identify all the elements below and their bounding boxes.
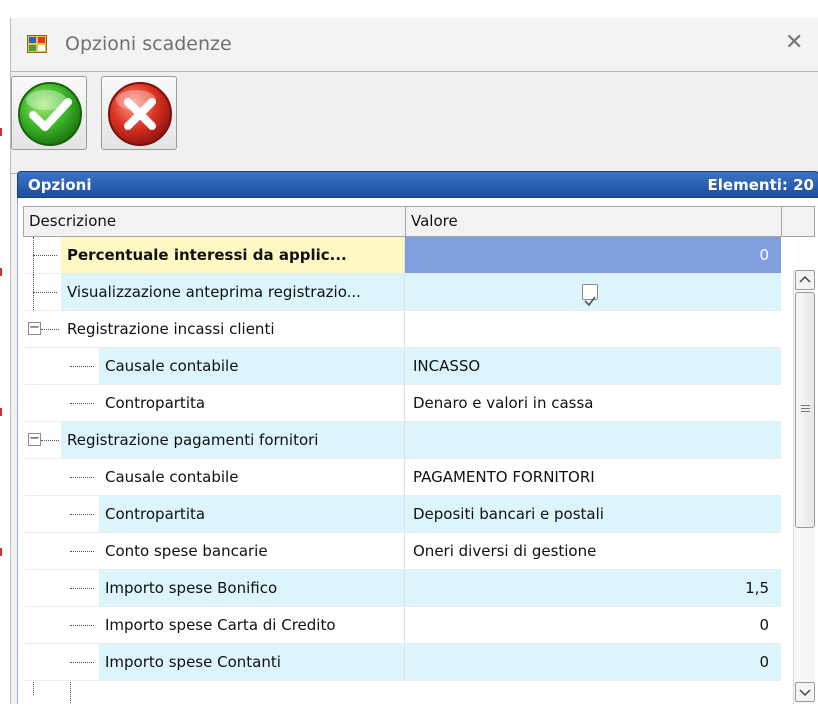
column-header-valore[interactable]: Valore: [406, 207, 782, 236]
row-label: Causale contabile: [99, 348, 405, 384]
options-tree-grid[interactable]: Descrizione Valore Percentuale interessi…: [17, 198, 818, 704]
vertical-scrollbar[interactable]: [793, 270, 815, 704]
collapse-toggle[interactable]: −: [28, 321, 41, 335]
table-row[interactable]: Percentuale interessi da applic... 0: [23, 237, 781, 274]
options-dialog: Opzioni scadenze ✕ Opzioni Elementi: 20 …: [10, 18, 818, 704]
tree-connector: [23, 348, 99, 384]
row-value[interactable]: [405, 274, 781, 310]
close-button[interactable]: ✕: [785, 28, 803, 58]
panel-title: Opzioni: [28, 176, 92, 194]
table-row[interactable]: Causale contabile PAGAMENTO FORNITORI: [23, 459, 781, 496]
scroll-thumb[interactable]: [795, 292, 815, 528]
red-x-icon: [108, 82, 172, 146]
row-value[interactable]: 0: [405, 644, 781, 680]
tree-connector: −: [23, 422, 61, 458]
tree-connector: −: [23, 311, 61, 347]
row-label: Visualizzazione anteprima registrazio...: [61, 274, 405, 310]
table-row[interactable]: − Registrazione pagamenti fornitori: [23, 422, 781, 459]
table-row[interactable]: Conto spese bancarie Oneri diversi di ge…: [23, 533, 781, 570]
row-value[interactable]: Denaro e valori in cassa: [405, 385, 781, 421]
row-value[interactable]: PAGAMENTO FORNITORI: [405, 459, 781, 495]
row-label: Registrazione pagamenti fornitori: [61, 422, 405, 458]
green-check-icon: [18, 82, 82, 146]
tree-connector: [23, 459, 99, 495]
row-label: Causale contabile: [99, 459, 405, 495]
row-value[interactable]: [405, 311, 781, 347]
table-row[interactable]: − Registrazione incassi clienti: [23, 311, 781, 348]
edge-dashes: [0, 128, 2, 556]
cancel-button[interactable]: [101, 76, 177, 150]
app-window-icon: [27, 35, 47, 53]
row-value[interactable]: INCASSO: [405, 348, 781, 384]
table-row[interactable]: Importo spese Bonifico 1,5: [23, 570, 781, 607]
window-title: Opzioni scadenze: [65, 33, 232, 55]
options-panel-header: Opzioni Elementi: 20: [17, 171, 818, 198]
row-label: Registrazione incassi clienti: [61, 311, 405, 347]
scroll-up-button[interactable]: [795, 270, 815, 290]
tree-connector: [23, 274, 61, 310]
check-icon: [584, 296, 596, 307]
tree-connector: [23, 644, 99, 680]
row-value[interactable]: Oneri diversi di gestione: [405, 533, 781, 569]
grid-header: Descrizione Valore: [23, 206, 815, 237]
table-row[interactable]: Contropartita Denaro e valori in cassa: [23, 385, 781, 422]
table-row[interactable]: Importo spese Contanti 0: [23, 644, 781, 681]
tree-connector: [23, 237, 61, 273]
table-row[interactable]: Causale contabile INCASSO: [23, 348, 781, 385]
row-label: Importo spese Carta di Credito: [99, 607, 405, 643]
tree-connector: [23, 570, 99, 606]
row-value[interactable]: [405, 422, 781, 458]
title-bar[interactable]: Opzioni scadenze ✕: [11, 18, 818, 72]
tree-connector: [23, 496, 99, 532]
collapse-toggle[interactable]: −: [28, 432, 41, 446]
column-header-descrizione[interactable]: Descrizione: [24, 207, 406, 236]
row-value[interactable]: 1,5: [405, 570, 781, 606]
row-label: Contropartita: [99, 385, 405, 421]
row-value[interactable]: 0: [405, 607, 781, 643]
confirm-button[interactable]: [11, 76, 87, 150]
background-window-edge: [0, 18, 3, 704]
row-label: Importo spese Contanti: [99, 644, 405, 680]
tree-connector: [23, 385, 99, 421]
row-label: Conto spese bancarie: [99, 533, 405, 569]
anteprima-checkbox[interactable]: [582, 284, 598, 307]
row-value[interactable]: Depositi bancari e postali: [405, 496, 781, 532]
row-label: Percentuale interessi da applic...: [61, 237, 405, 273]
table-row[interactable]: Importo spese Carta di Credito 0: [23, 607, 781, 644]
tree-connector: [23, 607, 99, 643]
row-label: Contropartita: [99, 496, 405, 532]
scroll-down-button[interactable]: [795, 682, 815, 702]
table-row[interactable]: Contropartita Depositi bancari e postali: [23, 496, 781, 533]
row-label: Importo spese Bonifico: [99, 570, 405, 606]
element-count: Elementi: 20: [707, 176, 814, 194]
row-value[interactable]: 0: [405, 237, 781, 273]
toolbar: [11, 72, 818, 174]
chevron-down-icon: [799, 689, 811, 697]
table-row[interactable]: Visualizzazione anteprima registrazio...: [23, 274, 781, 311]
tree-connector: [23, 533, 99, 569]
chevron-up-icon: [799, 275, 811, 283]
